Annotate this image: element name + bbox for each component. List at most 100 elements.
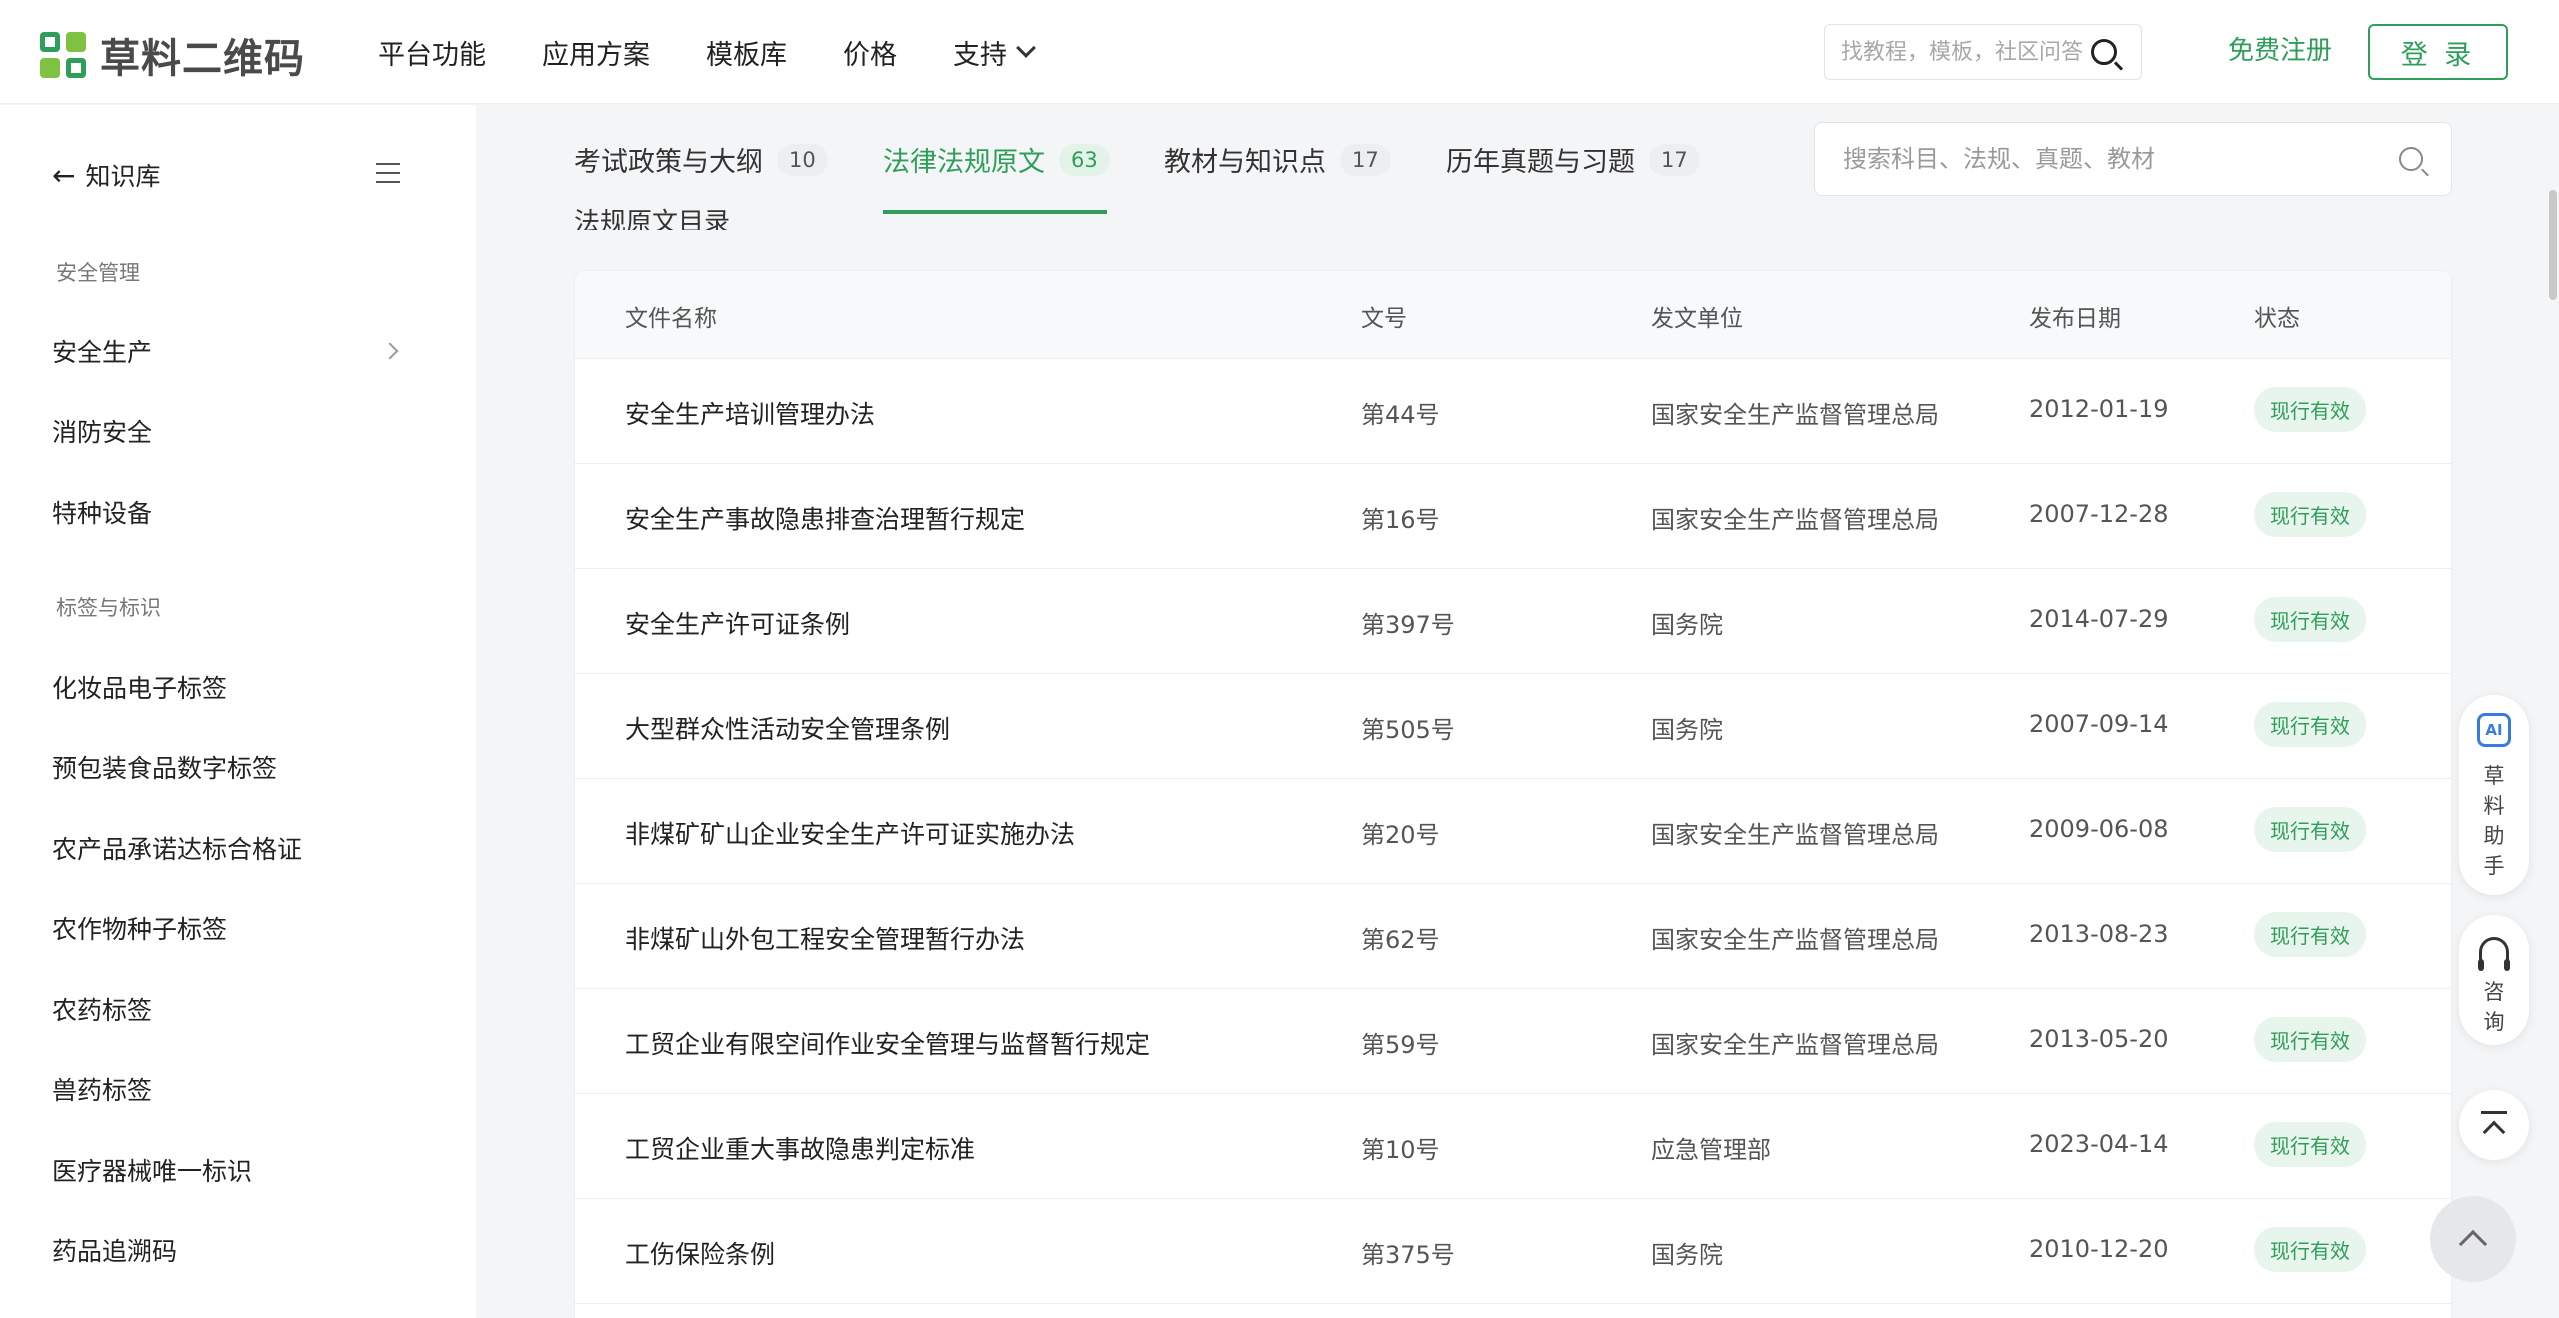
sidebar-item-vet-drug-label[interactable]: 兽药标签 [52,1071,402,1107]
logo-text: 草料二维码 [100,36,305,82]
cell-name[interactable]: 安全生产事故隐患排查治理暂行规定 [625,500,1025,536]
ai-assistant-label: 草料助手 [2483,764,2505,878]
back-to-top-button[interactable] [2430,1196,2516,1282]
column-header-doc-no: 文号 [1361,306,1407,332]
nav-item-features[interactable]: 平台功能 [378,33,486,72]
cell-doc-no: 第505号 [1361,716,1455,744]
sidebar-item-seed-label[interactable]: 农作物种子标签 [52,910,402,946]
table-row[interactable]: 工伤保险条例 第375号 国务院 2010-12-20 现行有效 [575,1199,2451,1304]
status-badge: 现行有效 [2254,702,2366,747]
main-search-box [1814,122,2452,196]
cell-doc-no: 第62号 [1361,926,1440,954]
page-scrollbar[interactable] [2549,190,2557,300]
cell-name[interactable]: 非煤矿山外包工程安全管理暂行办法 [625,920,1025,956]
logo-icon [40,32,86,78]
table-row[interactable]: 安全生产事故隐患排查治理暂行规定 第16号 国家安全生产监督管理总局 2007-… [575,464,2451,569]
cell-date: 2023-04-14 [2029,1130,2169,1158]
tab-textbooks[interactable]: 教材与知识点 17 [1164,140,1391,179]
cell-doc-no: 第397号 [1361,611,1455,639]
table-row[interactable]: 工贸企业重大事故隐患判定标准 第10号 应急管理部 2023-04-14 现行有… [575,1094,2451,1199]
top-search-input[interactable] [1841,39,2091,65]
tab-label: 教材与知识点 [1164,147,1326,178]
chevron-down-icon [1016,38,1036,58]
sidebar-item-cosmetics-label[interactable]: 化妆品电子标签 [52,669,402,705]
nav-item-solutions[interactable]: 应用方案 [542,33,650,72]
table-row[interactable]: 安全生产培训管理办法 第44号 国家安全生产监督管理总局 2012-01-19 … [575,359,2451,464]
ai-assistant-icon: AI [2477,713,2511,747]
nav-item-templates[interactable]: 模板库 [706,33,787,72]
cell-name[interactable]: 大型群众性活动安全管理条例 [625,710,950,746]
cell-name[interactable]: 工贸企业重大事故隐患判定标准 [625,1130,975,1166]
login-button[interactable]: 登 录 [2368,24,2508,80]
status-badge: 现行有效 [2254,597,2366,642]
search-icon[interactable] [2399,147,2423,171]
status-badge: 现行有效 [2254,1227,2366,1272]
cell-issuer: 国务院 [1651,1241,1723,1269]
cell-name[interactable]: 工伤保险条例 [625,1235,775,1271]
consult-button[interactable]: 咨询 [2459,915,2529,1045]
sidebar-item-agri-certificate[interactable]: 农产品承诺达标合格证 [52,830,402,866]
sidebar-item-safety-production[interactable]: 安全生产 [52,333,402,369]
cell-name[interactable]: 安全生产许可证条例 [625,605,850,641]
status-badge: 现行有效 [2254,1017,2366,1062]
section-heading: 法规原文目录 [574,208,731,230]
column-header-issuer: 发文单位 [1651,306,1743,332]
menu-icon[interactable] [376,163,400,183]
column-header-name: 文件名称 [625,306,717,332]
sidebar-item-drug-trace-code[interactable]: 药品追溯码 [52,1232,402,1268]
active-tab-indicator [883,210,1107,214]
cell-doc-no: 第44号 [1361,401,1440,429]
tab-count-badge: 63 [1059,143,1110,176]
nav-item-support[interactable]: 支持 [953,33,1036,72]
register-link[interactable]: 免费注册 [2228,30,2332,67]
chevron-right-icon [381,342,399,360]
tab-regulations[interactable]: 法律法规原文 63 [883,140,1110,179]
top-header: 草料二维码 平台功能 应用方案 模板库 价格 支持 免费注册 登 录 [0,0,2559,104]
sidebar-item-special-equipment[interactable]: 特种设备 [52,494,402,530]
sidebar-section-title: 标签与标识 [56,596,161,620]
to-top-icon [2481,1110,2507,1114]
cell-issuer: 国家安全生产监督管理总局 [1651,1031,1939,1059]
status-badge: 现行有效 [2254,492,2366,537]
back-to-knowledge-base[interactable]: ← 知识库 [52,157,160,193]
sidebar-item-fire-safety[interactable]: 消防安全 [52,413,402,449]
table-row[interactable]: 工贸企业有限空间作业安全管理与监督暂行规定 第59号 国家安全生产监督管理总局 … [575,989,2451,1094]
table-row[interactable]: 非煤矿矿山企业安全生产许可证实施办法 第20号 国家安全生产监督管理总局 200… [575,779,2451,884]
search-icon[interactable] [2091,39,2117,65]
tab-exam-policy[interactable]: 考试政策与大纲 10 [574,140,828,179]
sidebar-item-udi[interactable]: 医疗器械唯一标识 [52,1152,402,1188]
cell-name[interactable]: 非煤矿矿山企业安全生产许可证实施办法 [625,815,1075,851]
nav-item-pricing[interactable]: 价格 [843,33,897,72]
cell-doc-no: 第20号 [1361,821,1440,849]
nav-item-support-label: 支持 [953,39,1007,71]
table-row[interactable]: 非煤矿山外包工程安全管理暂行办法 第62号 国家安全生产监督管理总局 2013-… [575,884,2451,989]
cell-name[interactable]: 工贸企业有限空间作业安全管理与监督暂行规定 [625,1025,1150,1061]
sidebar-item-pesticide-label[interactable]: 农药标签 [52,991,402,1027]
cell-issuer: 国家安全生产监督管理总局 [1651,506,1939,534]
table-row[interactable]: 安全生产许可证条例 第397号 国务院 2014-07-29 现行有效 [575,569,2451,674]
cell-name[interactable]: 安全生产培训管理办法 [625,395,875,431]
cell-date: 2010-12-20 [2029,1235,2169,1263]
ai-assistant-button[interactable]: AI 草料助手 [2459,695,2529,895]
table-row[interactable]: 大型群众性活动安全管理条例 第505号 国务院 2007-09-14 现行有效 [575,674,2451,779]
cell-issuer: 国务院 [1651,716,1723,744]
logo[interactable]: 草料二维码 [40,26,305,84]
tab-count-badge: 10 [777,143,828,176]
sidebar-item-food-label[interactable]: 预包装食品数字标签 [52,749,402,785]
status-badge: 现行有效 [2254,912,2366,957]
column-header-status: 状态 [2254,306,2300,332]
tab-label: 考试政策与大纲 [574,147,763,178]
tab-label: 历年真题与习题 [1446,147,1635,178]
cell-doc-no: 第59号 [1361,1031,1440,1059]
chevron-up-icon [2458,1229,2488,1259]
arrow-left-icon: ← [52,158,76,192]
status-badge: 现行有效 [2254,1122,2366,1167]
cell-date: 2014-07-29 [2029,605,2169,633]
scroll-to-top-button[interactable] [2459,1090,2529,1160]
main-search-input[interactable] [1843,145,2383,173]
tab-label: 法律法规原文 [883,147,1045,178]
cell-issuer: 应急管理部 [1651,1136,1771,1164]
sidebar-section-title: 安全管理 [56,261,140,285]
tab-past-exams[interactable]: 历年真题与习题 17 [1446,140,1700,179]
cell-date: 2013-08-23 [2029,920,2169,948]
